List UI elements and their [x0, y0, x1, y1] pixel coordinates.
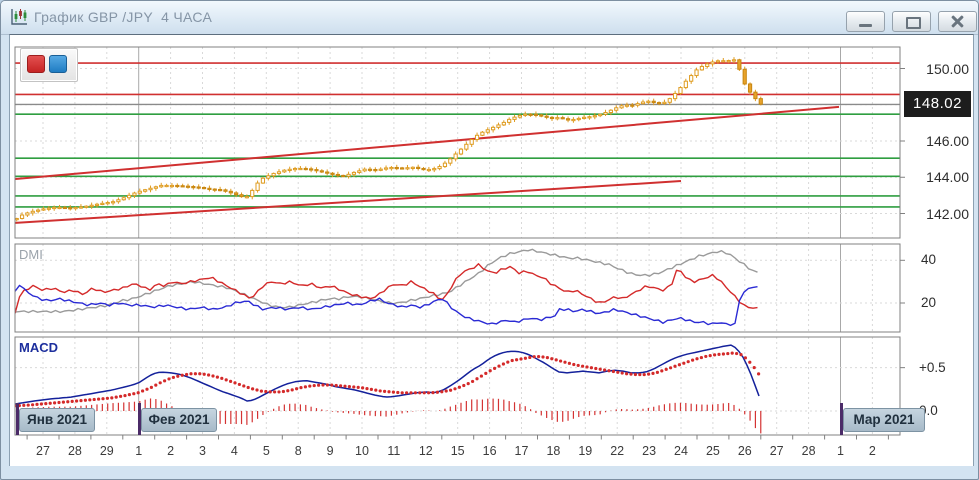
- macd-tick-label: +0.5: [919, 360, 946, 375]
- dmi-pane-label: DMI: [19, 247, 43, 262]
- dmi-tick-label: 40: [921, 252, 936, 267]
- day-label: 3: [188, 444, 218, 458]
- day-label: 23: [634, 444, 664, 458]
- day-label: 4: [219, 444, 249, 458]
- day-label: 24: [666, 444, 696, 458]
- dmi-tick-label: 20: [921, 295, 936, 310]
- day-label: 22: [602, 444, 632, 458]
- day-label: 26: [730, 444, 760, 458]
- day-label: 29: [92, 444, 122, 458]
- price-tick-label: 146.00: [907, 133, 969, 149]
- day-label: 27: [28, 444, 58, 458]
- day-label: 27: [762, 444, 792, 458]
- chart-toolbar: [20, 48, 78, 82]
- day-label: 1: [124, 444, 154, 458]
- day-label: 2: [156, 444, 186, 458]
- day-label: 15: [443, 444, 473, 458]
- price-tick-label: 150.00: [907, 61, 969, 77]
- blue-tool-button[interactable]: [49, 55, 67, 73]
- price-tick-label: 142.00: [907, 206, 969, 222]
- macd-pane-label: MACD: [19, 340, 58, 355]
- day-label: 11: [379, 444, 409, 458]
- day-label: 28: [60, 444, 90, 458]
- red-tool-button[interactable]: [27, 55, 45, 73]
- current-price-badge: 148.02: [904, 91, 971, 117]
- day-label: 16: [475, 444, 505, 458]
- day-label: 1: [826, 444, 856, 458]
- price-tick-label: 144.00: [907, 169, 969, 185]
- day-label: 5: [251, 444, 281, 458]
- month-label-mar: Мар 2021: [843, 408, 925, 432]
- month-label-jan: Янв 2021: [19, 408, 95, 432]
- day-label: 10: [347, 444, 377, 458]
- month-label-feb: Фев 2021: [141, 408, 217, 432]
- day-label: 18: [538, 444, 568, 458]
- day-label: 19: [570, 444, 600, 458]
- day-label: 9: [315, 444, 345, 458]
- day-label: 25: [698, 444, 728, 458]
- day-label: 17: [507, 444, 537, 458]
- day-label: 28: [794, 444, 824, 458]
- day-label: 12: [411, 444, 441, 458]
- app-window: График GBP /JPY 4 ЧАСА DMI MACD 150.0014…: [0, 0, 979, 480]
- day-label: 8: [283, 444, 313, 458]
- day-label: 2: [857, 444, 887, 458]
